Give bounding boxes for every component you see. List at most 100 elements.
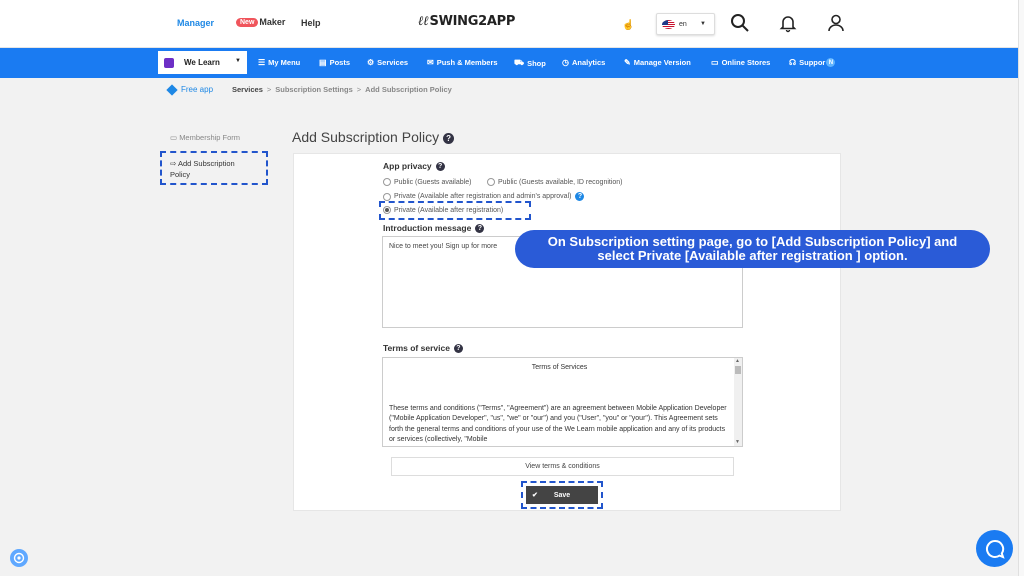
- nav-services-label: Services: [377, 58, 409, 67]
- scroll-up-icon[interactable]: ▲: [735, 358, 740, 364]
- nav-manager[interactable]: Manager: [177, 18, 214, 28]
- sidebar-item-add-subscription-policy[interactable]: ⇨ Add Subscription Policy: [160, 151, 268, 185]
- radio-private-approval[interactable]: Private (Available after registration an…: [383, 192, 585, 201]
- help-icon[interactable]: ?: [453, 343, 463, 353]
- nav-maker[interactable]: New Maker: [236, 17, 285, 27]
- accessibility-icon[interactable]: [10, 549, 28, 567]
- app-privacy-text: App privacy: [383, 161, 432, 171]
- terms-label-text: Terms of service: [383, 343, 450, 353]
- breadcrumb-separator: >: [266, 85, 272, 94]
- nav-online-stores-label: Online Stores: [721, 58, 771, 67]
- nav-analytics[interactable]: ◷ Analytics: [562, 58, 605, 67]
- scroll-thumb[interactable]: [735, 366, 741, 374]
- check-icon: ✔: [532, 492, 538, 499]
- form-icon: ▭: [170, 133, 178, 142]
- sidebar-item-label: Add Subscription: [177, 159, 235, 168]
- help-icon[interactable]: ?: [575, 192, 585, 201]
- nav-support[interactable]: ☊ Suppor N: [789, 58, 836, 67]
- tooltip-line: select Private [Available after registra…: [597, 248, 908, 263]
- chat-bubble-icon: [985, 539, 1005, 559]
- search-icon[interactable]: [730, 13, 750, 33]
- view-terms-button[interactable]: View terms & conditions: [391, 457, 734, 476]
- bell-icon[interactable]: [778, 13, 798, 33]
- nav-posts-label: Posts: [329, 58, 350, 67]
- radio-private-registration[interactable]: Private (Available after registration): [383, 206, 503, 214]
- radio-button-selected[interactable]: [383, 206, 391, 214]
- radio-button[interactable]: [383, 192, 391, 201]
- nav-my-menu-label: My Menu: [268, 58, 301, 67]
- breadcrumb-item[interactable]: Subscription Settings: [275, 85, 353, 94]
- nav-shop-label: Shop: [527, 58, 546, 68]
- help-icon[interactable]: ?: [475, 223, 485, 233]
- save-label: Save: [553, 491, 571, 499]
- intro-message-text: Introduction message: [383, 223, 472, 233]
- nav-shop[interactable]: ⛟ Shop: [514, 58, 546, 68]
- nav-analytics-label: Analytics: [571, 58, 606, 67]
- language-value: en: [679, 20, 687, 28]
- app-name: We Learn: [184, 58, 220, 67]
- nav-push-members-label: Push & Members: [436, 58, 498, 67]
- headset-icon: ☊: [789, 58, 797, 67]
- user-icon[interactable]: [826, 13, 846, 33]
- scroll-down-icon[interactable]: ▼: [735, 439, 740, 445]
- arrow-right-icon: ⇨: [170, 159, 177, 168]
- sidebar-item-membership-form[interactable]: ▭ Membership Form: [170, 133, 240, 142]
- radio-button[interactable]: [383, 178, 391, 186]
- intro-message-label: Introduction message?: [383, 223, 485, 233]
- clock-icon: ◷: [562, 58, 569, 67]
- nav-manage-version[interactable]: ✎ Manage Version: [624, 58, 691, 67]
- page-title-text: Add Subscription Policy: [292, 129, 440, 145]
- top-header: Manager New Maker Help ℓℓSWING2APP ☝ en …: [0, 0, 1018, 48]
- page-title: Add Subscription Policy?: [292, 129, 455, 145]
- document-icon: ▤: [319, 58, 327, 67]
- nav-manage-version-label: Manage Version: [633, 58, 691, 67]
- radio-label: Public (Guests available): [394, 178, 472, 186]
- sidebar-item-label: Membership Form: [179, 133, 241, 142]
- mail-icon: ✉: [427, 58, 434, 67]
- nav-help[interactable]: Help: [301, 18, 321, 28]
- breadcrumb-item: Add Subscription Policy: [365, 85, 452, 94]
- instruction-tooltip: On Subscription setting page, go to [Add…: [515, 230, 990, 268]
- breadcrumb: Services > Subscription Settings > Add Subsc…: [232, 85, 452, 94]
- logo-text: SWING2APP: [429, 14, 516, 29]
- nav-my-menu[interactable]: ☰ My Menu: [258, 58, 300, 67]
- help-icon[interactable]: ?: [435, 161, 445, 171]
- hand-icon[interactable]: ☝: [622, 20, 634, 31]
- intro-message-value: Nice to meet you! Sign up for more: [389, 243, 498, 250]
- chevron-down-icon: ▼: [235, 58, 241, 64]
- nav-online-stores[interactable]: ▭ Online Stores: [711, 58, 770, 67]
- radio-public-id[interactable]: Public (Guests available, ID recognition…: [487, 178, 623, 186]
- nav-push-members[interactable]: ✉ Push & Members: [427, 58, 498, 67]
- chat-button[interactable]: [976, 530, 1013, 567]
- language-select[interactable]: en ▼: [656, 13, 715, 35]
- new-badge: New: [236, 17, 259, 27]
- app-selector[interactable]: We Learn ▼: [158, 51, 247, 74]
- terms-body: These terms and conditions ("Terms", "Ag…: [389, 404, 727, 444]
- swing2app-logo[interactable]: ℓℓSWING2APP: [418, 13, 515, 29]
- chevron-down-icon: ▼: [700, 21, 706, 27]
- breadcrumb-separator: >: [356, 85, 362, 94]
- nav-services[interactable]: ⚙ Services: [367, 58, 408, 67]
- store-icon: ▭: [711, 58, 719, 67]
- breadcrumb-item[interactable]: Services: [232, 85, 263, 94]
- app-icon: [164, 57, 174, 68]
- free-app-label: Free app: [181, 85, 214, 94]
- accessibility-glyph-icon: [13, 552, 25, 564]
- window-scrollbar[interactable]: [1018, 0, 1024, 576]
- terms-textarea[interactable]: Terms of Services These terms and condit…: [382, 357, 743, 447]
- terms-label: Terms of service?: [383, 343, 463, 353]
- wrench-icon: ✎: [624, 58, 631, 67]
- terms-scrollbar[interactable]: ▲ ▼: [734, 358, 742, 446]
- free-app-link[interactable]: Free app: [166, 83, 214, 96]
- radio-public[interactable]: Public (Guests available): [383, 178, 471, 186]
- radio-label: Private (Available after registration an…: [394, 193, 572, 200]
- gear-icon: ⚙: [367, 58, 375, 67]
- us-flag-icon: [662, 19, 675, 29]
- radio-button[interactable]: [487, 178, 495, 186]
- support-badge: N: [826, 58, 836, 67]
- cart-icon: ⛟: [514, 58, 525, 67]
- help-icon[interactable]: ?: [443, 132, 455, 144]
- save-button[interactable]: ✔ Save: [526, 486, 598, 504]
- nav-posts[interactable]: ▤ Posts: [319, 58, 350, 67]
- diamond-icon: [166, 83, 178, 96]
